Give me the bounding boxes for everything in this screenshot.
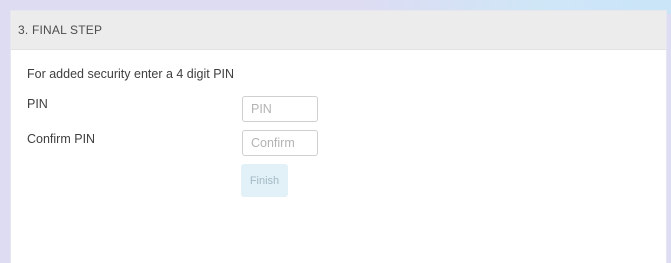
finish-button[interactable]: Finish <box>241 164 288 197</box>
panel-header: 3. FINAL STEP <box>11 11 666 50</box>
confirm-pin-label: Confirm PIN <box>27 132 96 146</box>
pin-label: PIN <box>27 97 48 111</box>
final-step-panel: 3. FINAL STEP For added security enter a… <box>11 11 666 263</box>
panel-title: 3. FINAL STEP <box>18 23 103 37</box>
confirm-pin-input[interactable] <box>242 130 318 156</box>
pin-instructions: For added security enter a 4 digit PIN <box>27 67 235 81</box>
pin-input[interactable] <box>242 96 318 122</box>
